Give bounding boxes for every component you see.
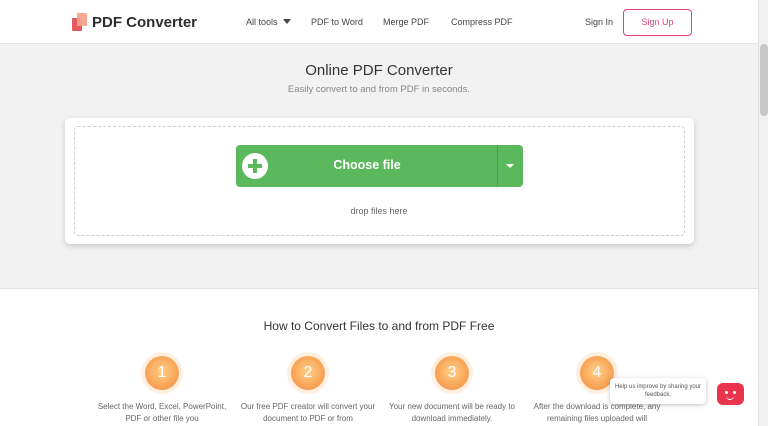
page-title: Online PDF Converter	[305, 62, 453, 79]
chevron-down-icon[interactable]	[506, 164, 514, 168]
howto-title: How to Convert Files to and from PDF Fre…	[263, 319, 495, 333]
step-number-badge: 1	[145, 356, 179, 390]
choose-file-button[interactable]: Choose file	[236, 145, 523, 187]
feedback-tooltip: Help us improve by sharing your feedback…	[610, 378, 706, 404]
step-description: After the download is complete, any rema…	[533, 402, 661, 423]
step-description: Our free PDF creator will convert your d…	[240, 402, 376, 423]
nav-all-tools[interactable]: All tools	[246, 17, 291, 27]
sign-in-link[interactable]: Sign In	[585, 17, 613, 27]
nav-all-tools-label: All tools	[246, 17, 278, 27]
nav-pdf-to-word[interactable]: PDF to Word	[311, 17, 363, 27]
brand-name[interactable]: PDF Converter	[92, 14, 197, 31]
drop-files-hint: drop files here	[350, 206, 408, 216]
vertical-scrollbar[interactable]	[758, 0, 768, 426]
logo-icon[interactable]	[72, 12, 88, 32]
page-subtitle: Easily convert to and from PDF in second…	[287, 84, 471, 95]
feedback-smiley-icon[interactable]	[717, 383, 744, 405]
step-description: Select the Word, Excel, PowerPoint, PDF …	[97, 402, 227, 423]
step-number-badge: 2	[291, 356, 325, 390]
nav-compress-pdf[interactable]: Compress PDF	[451, 17, 513, 27]
step-number-badge: 3	[435, 356, 469, 390]
sign-up-button[interactable]: Sign Up	[623, 9, 692, 36]
step-description: Your new document will be ready to downl…	[389, 402, 515, 423]
button-divider	[497, 145, 498, 187]
choose-file-label: Choose file	[333, 158, 401, 172]
top-navbar: PDF Converter All tools PDF to Word Merg…	[0, 0, 758, 44]
nav-merge-pdf[interactable]: Merge PDF	[383, 17, 429, 27]
scrollbar-thumb[interactable]	[760, 44, 768, 116]
caret-down-icon	[282, 19, 291, 24]
step-number-badge: 4	[580, 356, 614, 390]
